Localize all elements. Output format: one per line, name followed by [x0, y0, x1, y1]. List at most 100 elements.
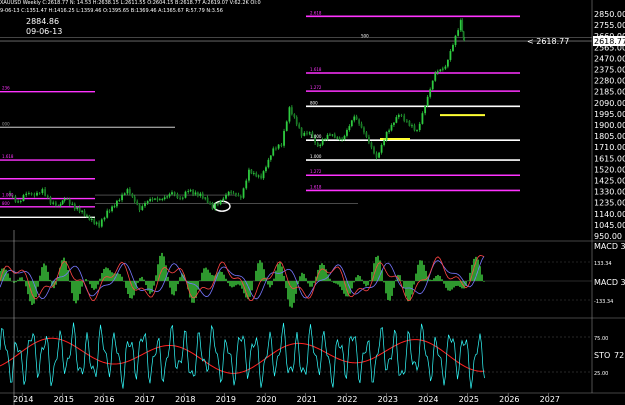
candle-body	[95, 222, 98, 224]
candle-body	[321, 139, 324, 145]
time-tick-label: 2016	[94, 395, 114, 404]
time-tick-label: 2019	[216, 395, 236, 404]
fib-1272-lower-label: 1.272	[310, 169, 322, 174]
candle-body	[329, 134, 331, 136]
candle-body	[33, 194, 36, 196]
candle-body	[242, 188, 245, 198]
time-tick-label: 2027	[540, 395, 560, 404]
candle-body	[131, 193, 134, 197]
candle-body	[59, 204, 62, 206]
candle-body	[173, 192, 176, 195]
candle-body	[275, 148, 277, 150]
candle-body	[441, 68, 444, 70]
left-fib-800-label: 800	[2, 201, 10, 206]
candle-body	[431, 80, 434, 90]
candle-body	[113, 206, 116, 208]
candle-body	[133, 196, 136, 202]
candle-body	[192, 190, 194, 195]
candle-body	[14, 196, 17, 202]
price-tick-label: 2850.00	[594, 10, 625, 19]
candle-body	[189, 190, 192, 192]
price-chart[interactable]: 2850.002755.002660.002565.002470.002375.…	[0, 0, 625, 405]
candle-body	[373, 147, 375, 154]
candle-body	[55, 202, 57, 206]
candle-body	[300, 127, 303, 136]
candle-body	[255, 172, 258, 177]
fib-2618-label: 2.618	[310, 10, 322, 15]
candle-body	[184, 191, 187, 198]
candle-body	[171, 192, 173, 195]
stochastic-panel	[0, 322, 592, 389]
candle-body	[375, 153, 378, 158]
candle-body	[219, 200, 222, 205]
price-tick-label: 1995.00	[594, 110, 625, 119]
candle-body	[365, 132, 368, 137]
candle-body	[81, 210, 83, 212]
sto-value: 72	[614, 351, 624, 360]
candle-body	[298, 124, 301, 128]
time-tick-label: 2014	[13, 395, 33, 404]
candle-body	[355, 116, 358, 120]
fib-1000-label: 1.000	[310, 154, 322, 159]
candle-body	[326, 134, 329, 139]
time-tick-label: 2026	[499, 395, 519, 404]
candle-body	[269, 155, 272, 160]
sto-lower-value: 25.00	[594, 371, 608, 377]
candle-body	[436, 71, 439, 73]
candle-body	[413, 125, 416, 131]
candle-body	[52, 202, 55, 204]
candle-body	[388, 130, 390, 132]
candle-body	[118, 200, 121, 201]
price-tick-label: 1615.00	[594, 154, 625, 163]
candle-body	[17, 201, 19, 203]
candle-body	[452, 45, 454, 52]
fib-1000-line-label: 1.000	[310, 134, 322, 139]
price-tick-label: 1235.00	[594, 199, 625, 208]
left-fib-236-label: 236	[2, 86, 10, 91]
candle-body	[68, 198, 71, 205]
candle-body	[166, 196, 169, 198]
candle-body	[290, 107, 293, 115]
candle-body	[30, 193, 33, 195]
candle-body	[225, 194, 227, 199]
candle-body	[449, 51, 452, 60]
candle-body	[57, 205, 60, 207]
candle-body	[426, 96, 429, 107]
macd-panel	[0, 252, 592, 308]
price-tick-label: 1330.00	[594, 188, 625, 197]
candle-body	[151, 199, 154, 200]
candle-body	[272, 148, 275, 156]
candle-body	[128, 189, 131, 194]
candle-body	[237, 194, 240, 197]
candle-body	[63, 198, 66, 201]
candle-body	[76, 207, 79, 210]
fib-levels	[0, 15, 592, 219]
candle-body	[411, 125, 413, 127]
macd-label: MACD 3	[594, 278, 625, 287]
time-tick-label: 2018	[175, 395, 195, 404]
candle-body	[209, 202, 211, 204]
price-tick-label: 2090.00	[594, 99, 625, 108]
candle-body	[217, 203, 219, 205]
candle-body	[98, 222, 100, 227]
candle-body	[418, 123, 421, 131]
candle-body	[350, 120, 353, 127]
candle-body	[206, 197, 209, 203]
candle-body	[204, 197, 207, 199]
candle-body	[227, 191, 230, 195]
candle-body	[136, 201, 139, 205]
price-tick-label: 2185.00	[594, 88, 625, 97]
candle-body	[408, 120, 411, 126]
left-fib-000-label: 000	[2, 121, 10, 126]
candle-body	[28, 193, 30, 194]
candle-body	[324, 138, 326, 140]
candle-body	[303, 132, 306, 136]
macd-upper-value: 133.34	[594, 261, 612, 267]
price-tick-label: 1425.00	[594, 177, 625, 186]
candle-body	[163, 197, 166, 200]
candle-body	[141, 206, 144, 210]
candle-body	[78, 207, 81, 212]
candle-body	[454, 35, 457, 46]
candle-body	[61, 200, 64, 205]
candle-body	[252, 172, 255, 174]
